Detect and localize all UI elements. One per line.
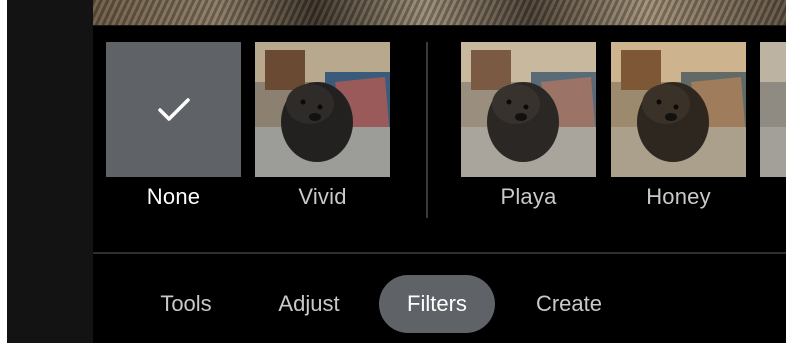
filter-label-honey: Honey bbox=[646, 184, 711, 209]
filter-vivid-thumbnail[interactable] bbox=[255, 42, 390, 177]
tab-create[interactable]: Create bbox=[511, 275, 627, 333]
section-divider bbox=[93, 252, 786, 254]
dog-photo bbox=[611, 42, 746, 177]
dog-photo bbox=[461, 42, 596, 177]
dog-photo bbox=[760, 42, 786, 177]
dog-photo bbox=[255, 42, 390, 177]
photo-preview bbox=[93, 0, 786, 26]
left-margin bbox=[7, 0, 93, 343]
tab-adjust[interactable]: Adjust bbox=[253, 275, 365, 333]
filter-label-playa: Playa bbox=[500, 184, 557, 209]
filter-next-thumbnail[interactable] bbox=[760, 42, 786, 177]
filter-label-vivid: Vivid bbox=[298, 184, 347, 209]
filter-none-tile[interactable] bbox=[106, 42, 241, 177]
tab-filters[interactable]: Filters bbox=[379, 275, 495, 333]
check-icon bbox=[157, 97, 191, 123]
filter-divider bbox=[426, 42, 428, 218]
tab-tools[interactable]: Tools bbox=[135, 275, 237, 333]
filter-honey-thumbnail[interactable] bbox=[611, 42, 746, 177]
filter-label-none: None bbox=[146, 184, 201, 209]
filter-playa-thumbnail[interactable] bbox=[461, 42, 596, 177]
photo-editor-panel: None Vivid Playa Honey Tools Adjust Filt… bbox=[7, 0, 786, 343]
editor-tab-bar: Tools Adjust Filters Create bbox=[93, 275, 786, 333]
